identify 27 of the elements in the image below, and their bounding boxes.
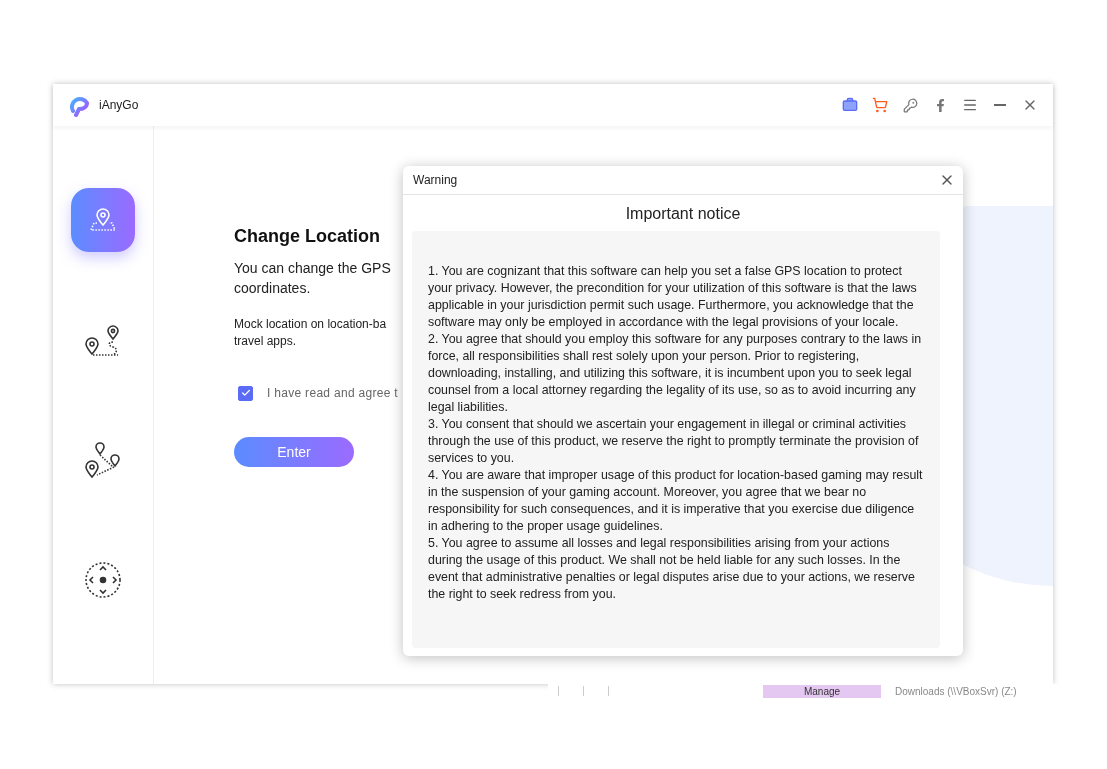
page-title: Change Location xyxy=(234,226,381,247)
notice-paragraph: 2. You agree that should you employ this software for any purposes contrary to the laws in force, all responsibilities shall rest solely upon your person. Prior to registering, downloading, installing, and utilizing this software, it is incumbent upon you to seek legal counsel from a local attorney regarding the legality of its use, so as to avoid incurring any legal liabilities. xyxy=(428,331,923,416)
key-icon xyxy=(902,97,918,113)
toolbox-button[interactable] xyxy=(841,96,859,114)
notice-paragraph: 5. You agree to assume all losses and legal responsibilities arising from your actions during the usage of this product. We shall not be held liable for any such losses. In the event that administrative penalties or legal disputes arise due to your actions, we reserve the right to seek redress from you. xyxy=(428,535,916,603)
cart-icon xyxy=(872,97,888,113)
notice-paragraph: 3. You consent that should we ascertain your engagement in illegal or criminal activities through the use of this product, we reserve the right to promptly terminate the provision of services to you. xyxy=(428,416,920,467)
dialog-title: Warning xyxy=(413,173,458,187)
note-text: Mock location on location-ba xyxy=(234,316,387,333)
key-button[interactable] xyxy=(901,96,919,114)
dialog-heading: Important notice xyxy=(624,205,742,223)
multi-route-pins-icon xyxy=(83,440,123,480)
minimize-icon xyxy=(994,104,1006,106)
cart-button[interactable] xyxy=(871,96,889,114)
agree-label: I have read and agree t xyxy=(267,386,398,401)
drive-label: Downloads (\\VBoxSvr) (Z:) xyxy=(895,685,1017,697)
notice-paragraph: 4. You are aware that improper usage of this product for location-based gaming may result in the suspension of your gaming account. Moreover, you agree that we bear no responsibility for such consequences, and it is imperative that you exercise due diligence in adhering to the proper usage guidelines. xyxy=(428,467,924,535)
manage-tab[interactable]: Manage xyxy=(763,684,881,698)
app-name: iAnyGo xyxy=(99,98,140,112)
notice-paragraph: 1. You are cognizant that this software can help you set a false GPS location to protect your privacy. However, the precondition for your utilization of this software is that the laws applicable in your jurisdiction permit such usage. Furthermore, you acknowledge that the software may only be employed in accordance with the legal provisions of your locale. xyxy=(428,263,918,331)
agree-checkbox[interactable] xyxy=(238,385,253,401)
menu-icon xyxy=(962,97,978,113)
note-text: travel apps. xyxy=(234,333,297,350)
description-text: coordinates. xyxy=(234,278,311,298)
briefcase-icon xyxy=(842,97,858,113)
description-text: You can change the GPS xyxy=(234,259,391,278)
joystick-icon xyxy=(83,560,123,600)
